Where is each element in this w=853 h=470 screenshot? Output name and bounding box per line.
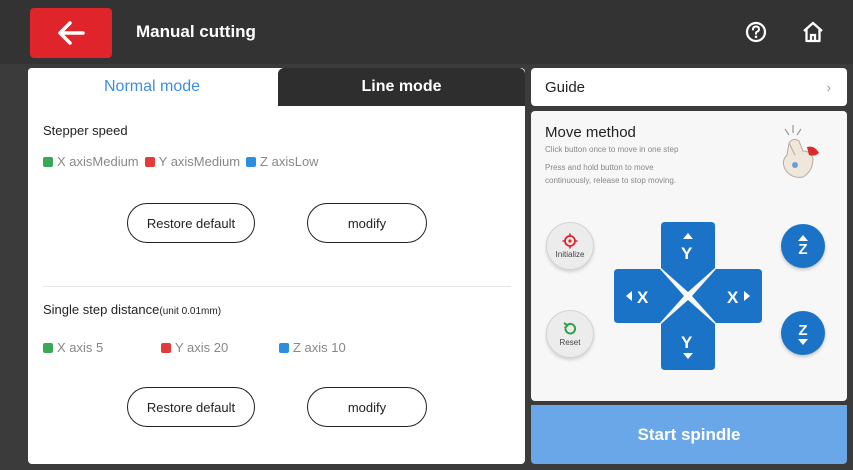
back-button[interactable] xyxy=(30,8,112,58)
guide-label: Guide xyxy=(545,79,586,96)
red-dot-icon xyxy=(144,156,155,167)
reset-icon xyxy=(563,322,577,335)
z-down-button[interactable]: Z xyxy=(781,311,825,355)
step-x-label: X axis 5 xyxy=(57,340,104,355)
stepper-restore-default-button[interactable]: Restore default xyxy=(127,203,255,243)
start-spindle-button[interactable]: Start spindle xyxy=(531,405,847,464)
step-z-label: Z axis 10 xyxy=(293,340,346,355)
z-down-label: Z xyxy=(798,321,808,339)
guide-bar[interactable]: Guide › xyxy=(531,68,847,106)
green-dot-icon xyxy=(43,156,53,167)
stepper-speed-title: Stepper speed xyxy=(43,123,128,138)
y-minus-label: Y xyxy=(681,333,693,352)
step-x-distance: X axis 5 xyxy=(43,340,161,355)
chevron-right-icon: › xyxy=(826,80,831,95)
move-method-desc-2: Press and hold button to move xyxy=(545,163,654,172)
single-step-title-text: Single step distance xyxy=(43,302,160,317)
section-divider xyxy=(43,286,511,287)
stepper-z-label: Z axisLow xyxy=(260,154,319,169)
z-up-label: Z xyxy=(798,240,808,258)
z-up-button[interactable]: Z xyxy=(781,224,825,268)
stepper-speed-values: X axisMedium Y axisMedium Z axisLow xyxy=(43,154,319,169)
initialize-label: Initialize xyxy=(555,250,585,259)
stepper-y-label: Y axisMedium xyxy=(158,154,241,169)
tab-normal-mode[interactable]: Normal mode xyxy=(28,68,276,106)
arrow-left-icon xyxy=(58,21,85,45)
step-z-distance: Z axis 10 xyxy=(279,340,346,355)
green-dot-icon xyxy=(43,342,53,353)
move-method-panel: Move method Click button once to move in… xyxy=(531,111,847,401)
move-method-desc-1: Click button once to move in one step xyxy=(545,145,679,154)
target-icon xyxy=(562,233,578,249)
y-plus-label: Y xyxy=(681,244,693,263)
stepper-x-speed: X axisMedium xyxy=(43,154,139,169)
move-method-desc-3: continuously, release to stop moving. xyxy=(545,176,677,185)
stepper-z-speed: Z axisLow xyxy=(246,154,319,169)
settings-panel: Normal mode Line mode Stepper speed X ax… xyxy=(28,68,525,464)
hand-press-illustration-icon xyxy=(782,125,819,178)
caret-down-icon xyxy=(798,338,808,345)
app-header: Manual cutting xyxy=(0,0,853,64)
move-method-title: Move method xyxy=(545,124,636,141)
step-y-label: Y axis 20 xyxy=(175,340,229,355)
single-step-title: Single step distance(unit 0.01mm) xyxy=(43,302,221,317)
step-modify-button[interactable]: modify xyxy=(307,387,427,427)
reset-label: Reset xyxy=(559,338,581,347)
x-minus-label: X xyxy=(637,288,649,307)
single-step-values: X axis 5 Y axis 20 Z axis 10 xyxy=(43,340,346,355)
stepper-y-speed: Y axisMedium xyxy=(144,154,241,169)
step-restore-default-button[interactable]: Restore default xyxy=(127,387,255,427)
stepper-x-label: X axisMedium xyxy=(57,154,139,169)
reset-button[interactable]: Reset xyxy=(546,310,594,358)
blue-dot-icon xyxy=(279,342,289,353)
stepper-modify-button[interactable]: modify xyxy=(307,203,427,243)
question-circle-icon[interactable] xyxy=(745,21,767,43)
initialize-button[interactable]: Initialize xyxy=(546,222,594,270)
tab-line-mode[interactable]: Line mode xyxy=(278,68,525,106)
page-title: Manual cutting xyxy=(136,22,256,41)
blue-dot-icon xyxy=(246,156,257,167)
step-y-distance: Y axis 20 xyxy=(161,340,279,355)
x-plus-label: X xyxy=(727,288,739,307)
red-dot-icon xyxy=(161,342,171,353)
home-icon[interactable] xyxy=(801,20,825,44)
single-step-unit: (unit 0.01mm) xyxy=(159,306,222,317)
